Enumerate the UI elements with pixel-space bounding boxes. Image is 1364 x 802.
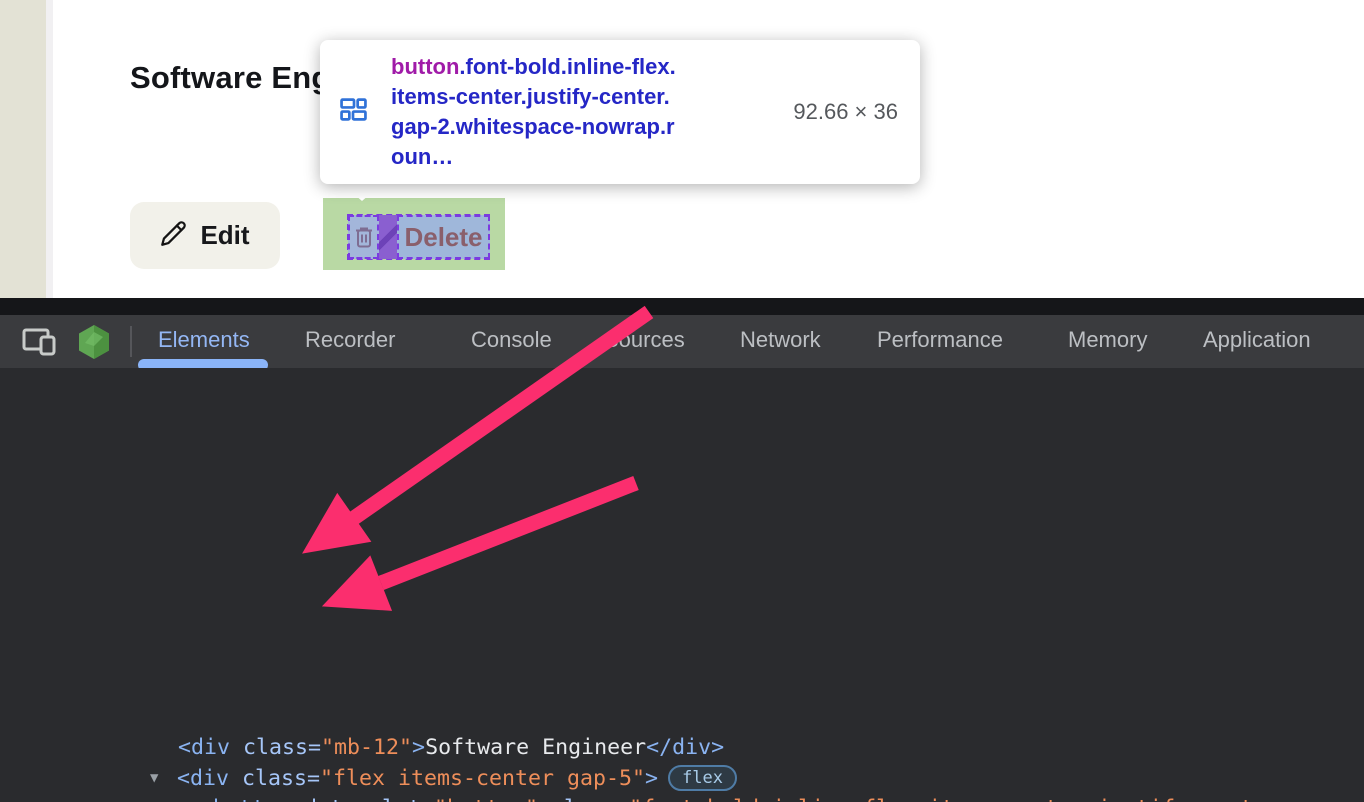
tab-sources[interactable]: Sources bbox=[604, 327, 685, 353]
code-token: class= bbox=[538, 796, 629, 802]
code-token: </div> bbox=[646, 735, 724, 760]
code-token: <button bbox=[200, 796, 291, 802]
code-token: <div bbox=[178, 735, 230, 760]
tab-network[interactable]: Network bbox=[740, 327, 821, 353]
page-left-divider bbox=[46, 0, 53, 298]
dom-tree-row[interactable]: ▶ <button data-slot="button" class="font-… bbox=[0, 793, 1364, 802]
flex-gap-highlight bbox=[379, 215, 397, 259]
tooltip-class-list: .font-bold.inline-flex. bbox=[459, 54, 675, 79]
tab-recorder[interactable]: Recorder bbox=[305, 327, 395, 353]
device-toolbar-icon[interactable] bbox=[22, 327, 58, 362]
tooltip-selector-line: gap-2.whitespace-nowrap.r bbox=[391, 112, 775, 142]
tooltip-class-list: gap-2.whitespace-nowrap.r bbox=[391, 114, 675, 139]
code-token: class= bbox=[230, 735, 321, 760]
code-token: "mb-12" bbox=[321, 735, 412, 760]
edit-button[interactable]: Edit bbox=[130, 202, 280, 269]
tooltip-tag-name: button bbox=[391, 54, 459, 79]
tab-memory[interactable]: Memory bbox=[1068, 327, 1147, 353]
code-token: > bbox=[645, 766, 658, 791]
tooltip-selector: button.font-bold.inline-flex.items-cente… bbox=[391, 52, 775, 172]
tab-elements[interactable]: Elements bbox=[158, 327, 250, 353]
page-title: Software Eng bbox=[130, 60, 330, 96]
page-left-strip bbox=[0, 0, 46, 298]
tooltip-dimensions: 92.66 × 36 bbox=[793, 99, 898, 125]
flex-badge[interactable]: flex bbox=[668, 765, 737, 791]
code-token: "flex items-center gap-5" bbox=[320, 766, 645, 791]
expand-arrow-icon[interactable]: ▶ bbox=[173, 793, 181, 802]
code-token: data-slot= bbox=[291, 796, 434, 802]
tab-performance[interactable]: Performance bbox=[877, 327, 1003, 353]
collapse-arrow-icon[interactable]: ▼ bbox=[150, 763, 158, 794]
delete-button-inspect-highlight[interactable]: Delete bbox=[323, 198, 505, 270]
inspect-tooltip: button.font-bold.inline-flex.items-cente… bbox=[320, 40, 920, 184]
node-icon[interactable] bbox=[77, 324, 111, 365]
tab-application[interactable]: Application bbox=[1203, 327, 1311, 353]
tooltip-selector-line: oun… bbox=[391, 142, 775, 172]
pencil-icon bbox=[160, 220, 187, 252]
screenshot-root: Software Eng Edit Delete button.font-bol… bbox=[0, 0, 1364, 802]
code-token: "font-bold inline-flex items-center just… bbox=[629, 796, 1344, 802]
code-token: "button" bbox=[434, 796, 538, 802]
code-token: Software Engineer bbox=[425, 735, 646, 760]
devtools-toolbar: Elements Recorder Console Sources Network Per… bbox=[0, 315, 1364, 368]
delete-button-label: Delete bbox=[404, 222, 482, 253]
tooltip-selector-line: button.font-bold.inline-flex. bbox=[391, 52, 775, 82]
edit-button-label: Edit bbox=[200, 220, 249, 251]
tooltip-class-list: items-center.justify-center. bbox=[391, 84, 670, 109]
dom-tree-row[interactable]: <div class="mb-12">Software Engineer</di… bbox=[0, 732, 1364, 763]
code-token: class= bbox=[229, 766, 320, 791]
devtools-top-edge bbox=[0, 298, 1364, 315]
code-token: > bbox=[412, 735, 425, 760]
dom-tree-row[interactable]: ▼ <div class="flex items-center gap-5"> fl… bbox=[0, 763, 1364, 794]
tab-console[interactable]: Console bbox=[471, 327, 552, 353]
trash-icon bbox=[348, 215, 379, 259]
toolbar-divider bbox=[130, 326, 132, 357]
tooltip-class-list: oun… bbox=[391, 144, 453, 169]
flex-layout-icon bbox=[340, 98, 367, 126]
elements-panel: <div class="mb-12">Software Engineer</di… bbox=[0, 368, 1364, 802]
tooltip-selector-line: items-center.justify-center. bbox=[391, 82, 775, 112]
code-token: <div bbox=[177, 766, 229, 791]
tooltip-pointer bbox=[340, 182, 384, 201]
delete-button-text-box: Delete bbox=[397, 215, 490, 259]
